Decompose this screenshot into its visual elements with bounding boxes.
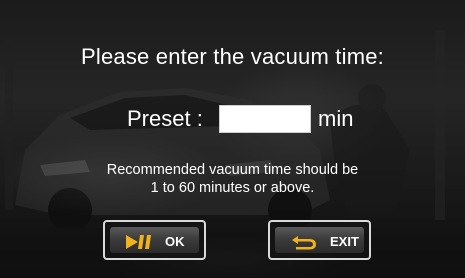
preset-unit-label: min (318, 106, 354, 131)
ok-button-face: OK (110, 227, 199, 253)
play-pause-icon (126, 235, 151, 249)
background-dim-overlay (0, 0, 465, 278)
dialog-title: Please enter the vacuum time: (81, 44, 384, 69)
exit-button[interactable]: EXIT (268, 220, 371, 260)
exit-button-label: EXIT (330, 234, 359, 249)
preset-label: Preset : (127, 106, 203, 131)
vacuum-time-screen: Please enter the vacuum time: Preset : m… (0, 0, 465, 278)
return-arrow-icon (292, 236, 316, 250)
ok-button[interactable]: OK (103, 220, 206, 260)
recommendation-text: Recommended vacuum time should be 1 to 6… (0, 161, 465, 197)
ok-button-label: OK (165, 234, 185, 249)
preset-row: Preset : min (0, 104, 465, 136)
recommendation-line-2: 1 to 60 minutes or above. (150, 180, 315, 196)
preset-time-input[interactable] (219, 105, 311, 133)
exit-button-face: EXIT (275, 227, 364, 253)
recommendation-line-1: Recommended vacuum time should be (106, 162, 359, 178)
